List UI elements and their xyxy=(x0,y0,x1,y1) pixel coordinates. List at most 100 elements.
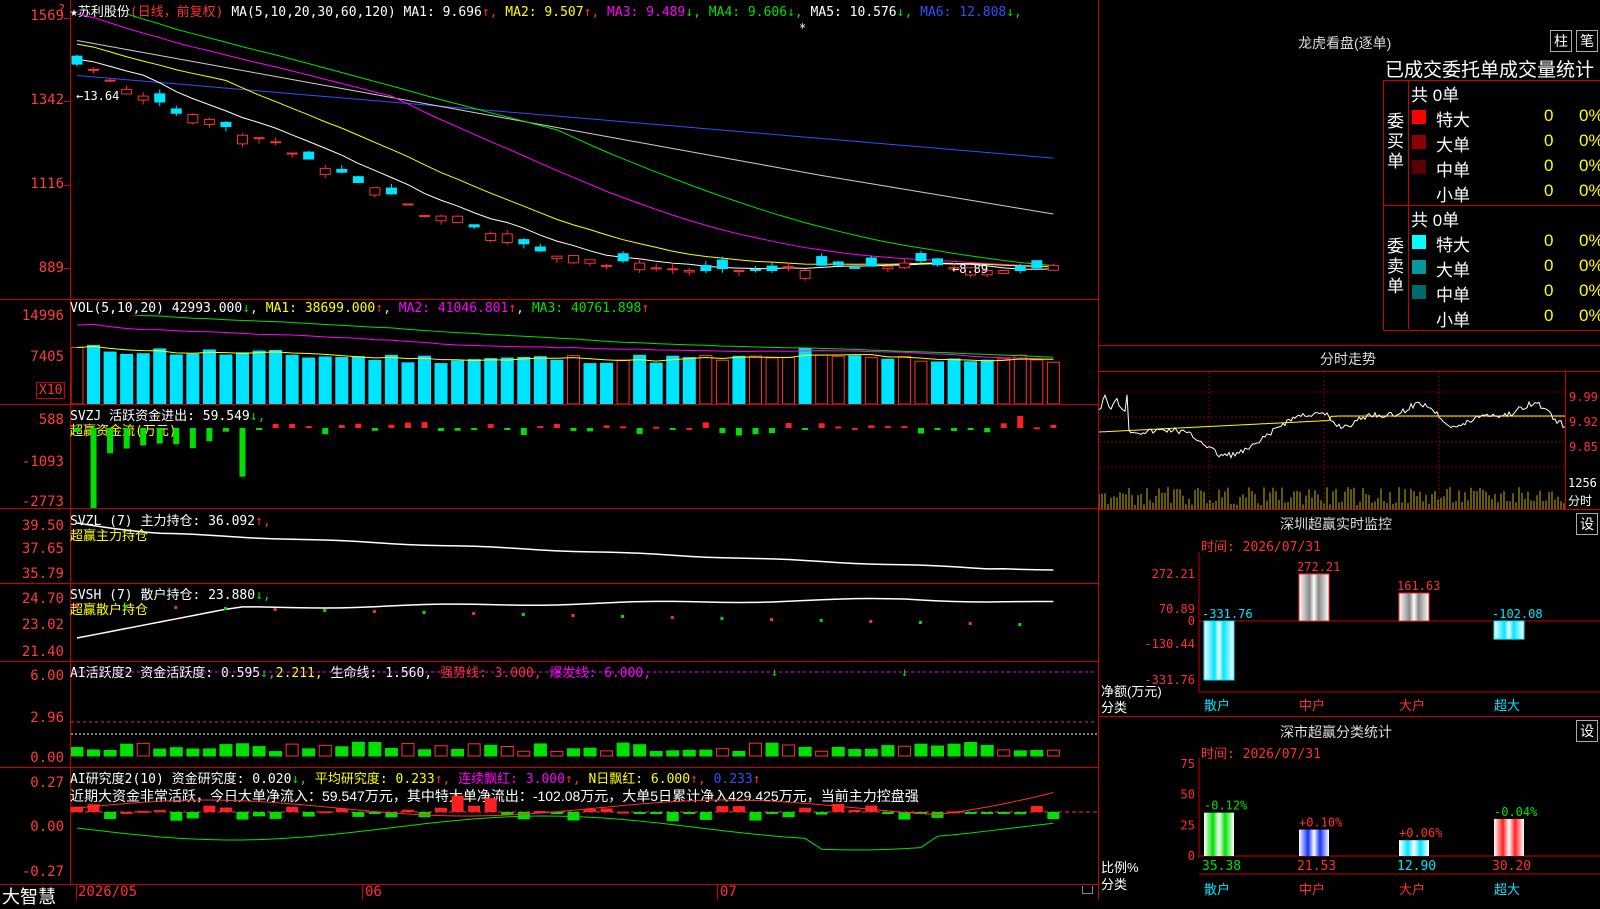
flow-bar xyxy=(173,428,180,445)
order-color-swatch xyxy=(1412,310,1426,324)
intraday-chart[interactable] xyxy=(1099,372,1565,509)
flow-bar xyxy=(537,426,544,429)
candle-body xyxy=(667,268,679,271)
order-color-swatch xyxy=(1412,285,1426,299)
volume-bar xyxy=(136,353,150,404)
research-bar xyxy=(766,812,779,814)
main-holding-line[interactable] xyxy=(71,509,1097,583)
monitor-value-label: 272.21 xyxy=(1297,560,1340,574)
order-count: 0 xyxy=(1544,306,1554,325)
classify-bar xyxy=(1399,840,1429,856)
research-bar xyxy=(617,811,630,814)
candle-body xyxy=(419,215,431,218)
ai-activity-axis-label: 2.96 xyxy=(30,710,64,726)
flow-bar xyxy=(371,428,378,431)
ma6-line xyxy=(76,75,1054,159)
flow-bar xyxy=(355,423,362,428)
volume-bar xyxy=(782,356,796,404)
candle-body xyxy=(1031,260,1043,269)
candle-body xyxy=(468,224,480,228)
low-price-marker: ←8.89 xyxy=(952,262,989,276)
classify-settings-button[interactable]: 设 xyxy=(1576,720,1598,742)
intraday-price-line xyxy=(1099,393,1565,460)
research-bar xyxy=(633,812,646,814)
date-label: 06 xyxy=(365,884,382,900)
candle-body xyxy=(170,108,182,114)
svzj-axis-label: -1093 xyxy=(21,454,64,470)
research-bar xyxy=(153,810,166,813)
flow-bar xyxy=(74,428,80,432)
flow-bar xyxy=(1050,424,1057,428)
volume-bar xyxy=(269,349,283,404)
vol-ma2-line xyxy=(76,323,1054,360)
research-bar xyxy=(484,798,497,812)
volume-bar xyxy=(699,354,713,404)
order-percent: 0% xyxy=(1579,256,1600,275)
volume-bar xyxy=(1013,354,1027,404)
candle-body xyxy=(882,266,894,270)
svsh-axis-label: 23.02 xyxy=(21,617,64,633)
activity-bar xyxy=(881,745,895,757)
holding-dot xyxy=(1018,623,1022,626)
flow-bar xyxy=(140,428,147,446)
activity-bar xyxy=(202,748,216,757)
volume-bar xyxy=(202,349,216,404)
volume-bar xyxy=(71,347,84,404)
research-bar xyxy=(302,812,315,817)
tick-view-button[interactable]: 笔 xyxy=(1576,30,1598,52)
activity-bar xyxy=(914,743,928,757)
flow-bar xyxy=(951,428,958,432)
flow-bar xyxy=(868,425,875,428)
activity-bar xyxy=(500,746,514,757)
flow-bar xyxy=(1017,416,1024,428)
volume-bar xyxy=(1030,359,1044,404)
monitor-category-label: 大户 xyxy=(1399,698,1425,712)
monitor-chart[interactable]: 272.2170.890-130.44-331.76-331.76散户272.2… xyxy=(1099,552,1600,712)
candlestick-chart[interactable]: * xyxy=(71,14,1097,298)
volume-bar xyxy=(517,356,531,404)
holding-dot xyxy=(422,611,426,614)
research-bar xyxy=(137,810,150,813)
candle-body xyxy=(733,270,745,273)
ai-activity-chart[interactable]: ↓ ↓ xyxy=(71,662,1097,767)
flow-bar xyxy=(322,428,329,435)
svsh-axis-label: 24.70 xyxy=(21,591,64,607)
classify-chart[interactable]: 75 50 25 0 -0.12% 35.38 散户 +0.10% 21.53 中户 +0.06% 1… xyxy=(1099,758,1600,900)
candle-body xyxy=(799,270,811,279)
volume-bar xyxy=(285,354,299,404)
research-bar xyxy=(87,804,100,812)
order-percent: 0% xyxy=(1579,281,1600,300)
holding-dot xyxy=(273,608,277,611)
candle-body xyxy=(849,266,861,269)
ai-research-chart[interactable] xyxy=(71,768,1097,884)
flow-bar xyxy=(107,428,114,454)
volume-bar xyxy=(931,361,945,404)
flow-bar xyxy=(818,423,825,428)
flow-bar xyxy=(769,428,776,434)
volume-bar xyxy=(169,354,183,404)
classify-value-label: 30.20 xyxy=(1492,859,1531,874)
activity-bar xyxy=(235,743,249,757)
classify-change-label: -0.12% xyxy=(1204,799,1248,813)
order-percent: 0% xyxy=(1579,181,1600,200)
volume-bar xyxy=(748,355,762,404)
volume-bar xyxy=(649,362,663,404)
volume-bar xyxy=(434,363,448,404)
intraday-price-label: 9.92 xyxy=(1569,415,1598,429)
flow-bar xyxy=(338,425,345,428)
lock-icon[interactable] xyxy=(1082,886,1093,894)
classify-x-label: 分类 xyxy=(1101,877,1128,892)
capital-flow-bars[interactable] xyxy=(71,405,1097,508)
research-bar xyxy=(203,805,216,812)
volume-bars[interactable] xyxy=(71,315,1097,404)
activity-bar xyxy=(186,748,200,757)
volume-bar xyxy=(765,357,779,404)
candle-body xyxy=(369,187,381,196)
order-percent: 0% xyxy=(1579,306,1600,325)
activity-bar xyxy=(947,743,961,757)
monitor-settings-button[interactable]: 设 xyxy=(1576,513,1598,535)
classify-change-label: -0.04% xyxy=(1494,805,1538,819)
retail-holding-line[interactable] xyxy=(71,584,1097,661)
bar-view-button[interactable]: 柱 xyxy=(1550,30,1572,52)
flow-bar xyxy=(686,427,693,430)
